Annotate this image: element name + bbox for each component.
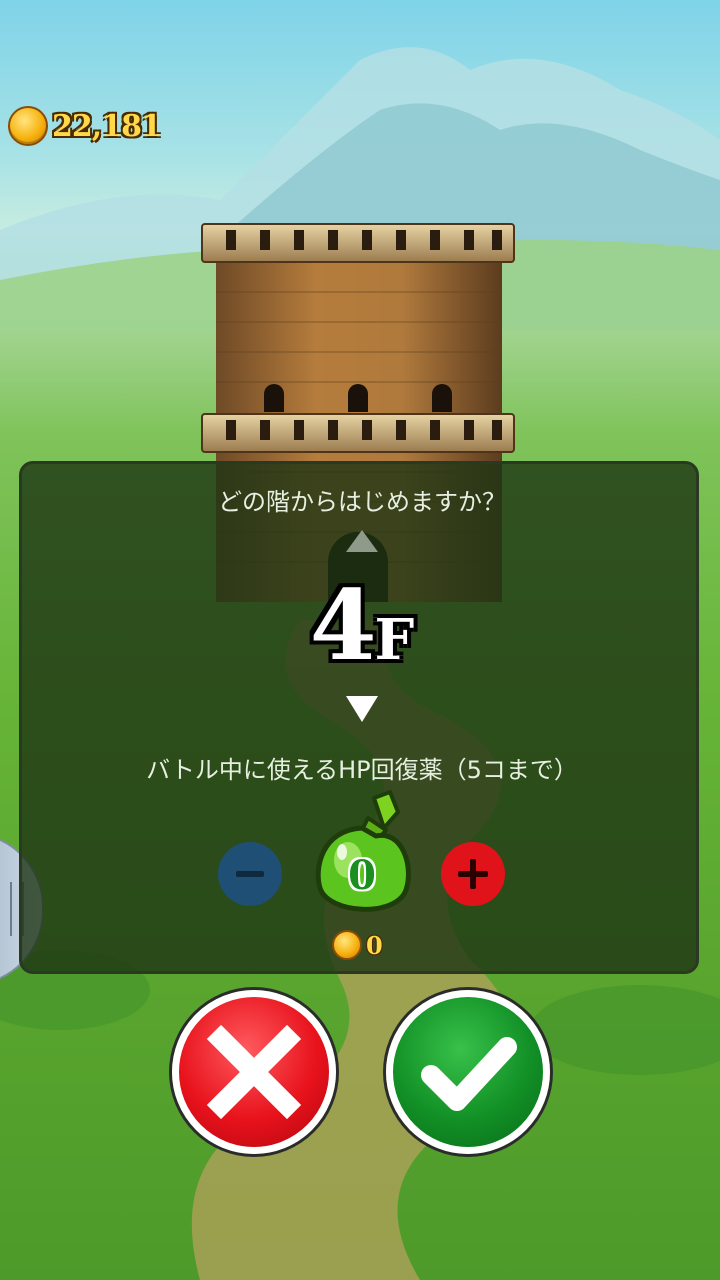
potion-cost-value: 0 (366, 930, 383, 960)
confirm-button[interactable] (386, 990, 550, 1154)
potion-label: バトル中に使えるHP回復薬（5コまで） (146, 756, 578, 784)
coin-icon-small (332, 930, 362, 960)
cancel-button[interactable] (172, 990, 336, 1154)
dialog-question: どの階からはじめますか？ (218, 488, 506, 516)
potion-cost: 0 (332, 930, 383, 960)
coin-amount: 22,181 (52, 108, 162, 144)
coin-icon (8, 106, 48, 146)
plus-icon-vertical (470, 859, 476, 889)
checkmark-icon (421, 1037, 517, 1111)
game-screen: 22,181 どの階からはじめますか？ 4F バトル中に使えるHP回復薬（5コま… (0, 0, 720, 1280)
triangle-down-icon[interactable] (344, 694, 380, 724)
floor-select-dialog: どの階からはじめますか？ 4F バトル中に使えるHP回復薬（5コまで） 0 0 (19, 461, 699, 974)
floor-number: 4 (309, 569, 377, 682)
triangle-up-icon[interactable] (344, 528, 380, 554)
decrease-potion-button[interactable] (218, 842, 282, 906)
floor-display: 4F (22, 569, 702, 682)
x-icon (206, 1024, 302, 1120)
potion-count: 0 (348, 852, 376, 899)
floor-unit: F (374, 607, 415, 673)
coin-counter: 22,181 (8, 106, 162, 146)
increase-potion-button[interactable] (441, 842, 505, 906)
